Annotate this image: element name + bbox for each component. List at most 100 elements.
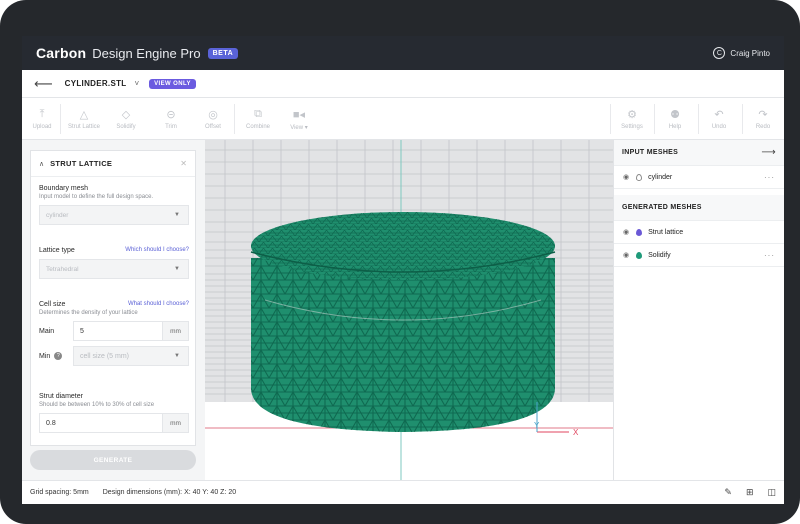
view-only-badge: VIEW ONLY [149,78,196,89]
dropdown-caret-icon: ▼ [174,266,180,272]
toolbar-divider [610,104,611,134]
main-label: Main [39,327,55,335]
strut-diameter-row: 0.8 mm [39,413,189,433]
user-avatar-icon: C [713,47,726,59]
panel-header: ∧ STRUT LATTICE ✕ [31,151,195,177]
generated-meshes-header: GENERATED MESHES [614,195,784,221]
toolbar-divider [698,104,699,134]
strut-diameter-label: Strut diameter [39,393,83,400]
trim-button[interactable]: ⊝ Trim [156,98,186,140]
app-screen: Carbon Design Engine Pro BETA C Craig Pi… [22,36,784,504]
strut-lattice-button[interactable]: △ Strut Lattice [64,98,104,140]
generated-meshes-title: GENERATED MESHES [622,204,702,211]
mesh-name: Solidify [648,251,671,259]
status-tools: ✎ ⊞ ◫ [724,487,776,498]
strut-lattice-panel: ∧ STRUT LATTICE ✕ Boundary mesh Input mo… [30,150,196,446]
solidify-button[interactable]: ◇ Solidify [110,98,142,140]
generate-button[interactable]: GENERATE [30,450,196,470]
panel-layout-icon[interactable]: ◫ [767,487,776,498]
combine-button[interactable]: ⧉ Combine [240,98,276,140]
lattice-icon: △ [79,109,89,121]
mesh-item-cylinder[interactable]: ◉ cylinder ··· [614,166,784,189]
min-cell-row: Min ? cell size (5 mm) ▼ [39,346,189,366]
main-cell-input[interactable]: 5 mm [73,321,189,341]
view-label: View ▾ [290,124,308,131]
strut-lattice-label: Strut Lattice [67,124,100,130]
close-icon[interactable]: ✕ [180,159,187,168]
grid-spacing-text: Grid spacing: 5mm [30,489,89,496]
mesh-item-strut-lattice[interactable]: ◉ Strut lattice [614,221,784,244]
y-axis-label: Y [534,421,540,430]
mesh-item-solidify[interactable]: ◉ Solidify ··· [614,244,784,267]
view-button[interactable]: ■◂ View ▾ [284,98,314,140]
x-axis-label: X [573,428,579,437]
dropdown-caret-icon: ▼ [174,212,180,218]
cell-size-help-link[interactable]: What should I choose? [128,301,189,307]
gear-icon: ⚙ [627,109,637,121]
question-icon[interactable]: ? [54,352,63,360]
settings-button[interactable]: ⚙ Settings [616,98,648,140]
status-bar: Grid spacing: 5mm Design dimensions (mm)… [22,480,784,504]
grid-view-icon[interactable]: ⊞ [746,487,754,498]
offset-button[interactable]: ◎ Offset [198,98,228,140]
cylinder-lattice-mesh[interactable] [250,212,556,432]
back-arrow-icon[interactable]: ⟵ [34,76,53,92]
dimension-y: Y: 40 [202,489,219,496]
help-button[interactable]: ⚉ Help [660,98,690,140]
app-header: Carbon Design Engine Pro BETA C Craig Pi… [22,36,784,70]
strut-diameter-value: 0.8 [46,419,56,427]
toolbar-divider [60,104,61,134]
dimension-x: X: 40 [184,489,201,496]
min-label-wrap: Min ? [39,352,73,360]
min-label: Min [39,352,51,360]
collapse-arrow-icon[interactable]: ⟶ [761,147,776,158]
boundary-mesh-label: Boundary mesh [39,185,89,192]
user-menu[interactable]: C Craig Pinto [713,47,770,59]
eye-icon[interactable]: ◉ [623,251,629,259]
eye-icon[interactable]: ◉ [623,173,629,181]
strut-diameter-section: Strut diameter Should be between 10% to … [39,393,189,433]
redo-button[interactable]: ↷ Redo [748,98,778,140]
help-icon: ⚉ [670,109,680,121]
file-bar: ⟵ CYLINDER.STL ˅ VIEW ONLY [22,70,784,98]
chevron-up-icon[interactable]: ∧ [39,160,44,168]
brand-logo: Carbon [36,45,87,61]
more-options-icon[interactable]: ··· [764,173,775,182]
design-dimensions: Design dimensions (mm): X: 40 Y: 40 Z: 2… [103,489,236,496]
offset-icon: ◎ [208,109,218,121]
3d-viewport[interactable]: X Y [205,140,613,480]
upload-label: Upload [32,124,52,130]
pencil-icon[interactable]: ✎ [724,487,732,498]
cell-size-desc: Determines the density of your lattice [39,310,138,316]
file-name[interactable]: CYLINDER.STL [65,79,127,88]
offset-label: Offset [205,124,221,130]
lattice-type-select[interactable]: Tetrahedral ▼ [39,259,189,279]
min-cell-select[interactable]: cell size (5 mm) ▼ [73,346,189,366]
dropdown-caret-icon: ▼ [174,353,180,359]
redo-icon: ↷ [758,109,768,121]
lattice-help-link[interactable]: Which should I choose? [125,247,189,253]
dimensions-label: Design dimensions (mm): [102,489,183,496]
undo-button[interactable]: ↶ Undo [704,98,734,140]
unit-label: mm [162,322,188,340]
user-name: Craig Pinto [730,48,770,58]
settings-label: Settings [621,124,643,130]
input-meshes-header: INPUT MESHES ⟶ [614,140,784,166]
undo-icon: ↶ [714,109,724,121]
boundary-mesh-desc: Input model to define the full design sp… [39,194,154,200]
strut-diameter-input[interactable]: 0.8 mm [39,413,189,433]
eye-icon[interactable]: ◉ [623,228,629,236]
toolbar-divider [654,104,655,134]
strut-diameter-desc: Should be between 10% to 30% of cell siz… [39,402,155,408]
cell-size-section: Cell size What should I choose? Determin… [39,301,189,366]
combine-icon: ⧉ [254,108,262,120]
more-options-icon[interactable]: ··· [764,251,775,260]
solidify-label: Solidify [116,124,136,130]
file-menu-chevron-icon[interactable]: ˅ [134,79,139,88]
camera-icon: ■◂ [292,108,306,121]
upload-icon: ⤒ [39,108,45,120]
boundary-mesh-select[interactable]: cylinder ▼ [39,205,189,225]
help-label: Help [668,124,682,130]
upload-button[interactable]: ⤒ Upload [28,98,56,140]
toolbar-divider [234,104,235,134]
